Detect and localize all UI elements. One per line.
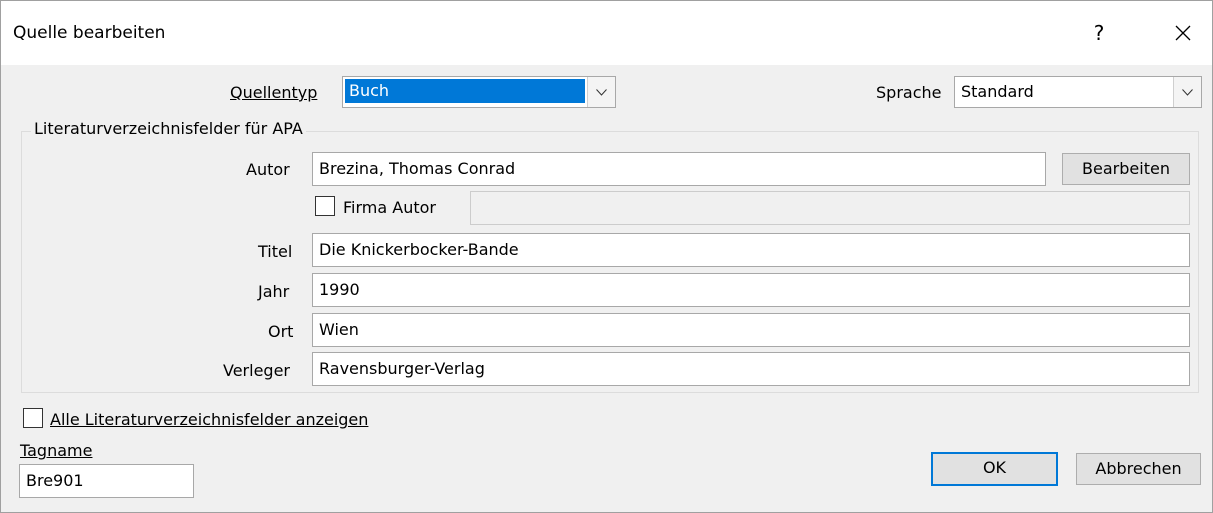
- title-field[interactable]: Die Knickerbocker-Bande: [312, 233, 1190, 267]
- title-value: Die Knickerbocker-Bande: [319, 240, 519, 259]
- ok-button[interactable]: OK: [931, 452, 1058, 486]
- help-button[interactable]: ?: [1083, 15, 1115, 51]
- corporate-author-field[interactable]: [470, 191, 1190, 225]
- tag-name-field[interactable]: Bre901: [19, 464, 194, 498]
- author-field[interactable]: Brezina, Thomas Conrad: [312, 152, 1046, 186]
- close-icon: [1175, 25, 1191, 41]
- author-label: Autor: [246, 160, 290, 179]
- source-type-select[interactable]: Buch: [342, 76, 616, 108]
- city-value: Wien: [319, 320, 359, 339]
- help-icon: ?: [1093, 21, 1105, 45]
- close-button[interactable]: [1163, 15, 1203, 51]
- title-label: Titel: [258, 242, 293, 261]
- source-type-dropdown-button[interactable]: [587, 77, 615, 107]
- edit-author-button[interactable]: Bearbeiten: [1062, 153, 1190, 185]
- language-select[interactable]: Standard: [954, 76, 1202, 108]
- show-all-fields-checkbox[interactable]: [23, 408, 43, 428]
- title-bar: Quelle bearbeiten ?: [1, 1, 1212, 65]
- dialog-title: Quelle bearbeiten: [13, 23, 166, 43]
- publisher-label: Verleger: [223, 361, 290, 380]
- cancel-button[interactable]: Abbrechen: [1076, 453, 1201, 485]
- chevron-down-icon: [596, 89, 607, 96]
- city-label: Ort: [268, 322, 294, 341]
- language-dropdown-button[interactable]: [1173, 77, 1201, 107]
- edit-source-dialog: Quelle bearbeiten ? Quellentyp Buch Spra…: [0, 0, 1213, 513]
- year-value: 1990: [319, 280, 360, 299]
- language-value: Standard: [961, 82, 1034, 101]
- year-label: Jahr: [258, 282, 290, 301]
- year-field[interactable]: 1990: [312, 273, 1190, 307]
- source-type-value: Buch: [345, 79, 585, 103]
- language-label: Sprache: [876, 83, 942, 102]
- group-title: Literaturverzeichnisfelder für APA: [31, 119, 306, 138]
- city-field[interactable]: Wien: [312, 313, 1190, 347]
- publisher-value: Ravensburger-Verlag: [319, 359, 485, 378]
- tag-name-value: Bre901: [26, 471, 84, 490]
- tag-name-label: Tagname: [20, 441, 93, 460]
- show-all-fields-label: Alle Literaturverzeichnisfelder anzeigen: [50, 410, 369, 429]
- publisher-field[interactable]: Ravensburger-Verlag: [312, 352, 1190, 386]
- author-value: Brezina, Thomas Conrad: [319, 159, 516, 178]
- corporate-author-label: Firma Autor: [343, 198, 436, 217]
- chevron-down-icon: [1182, 89, 1193, 96]
- corporate-author-checkbox[interactable]: [315, 196, 335, 216]
- source-type-label: Quellentyp: [230, 83, 318, 102]
